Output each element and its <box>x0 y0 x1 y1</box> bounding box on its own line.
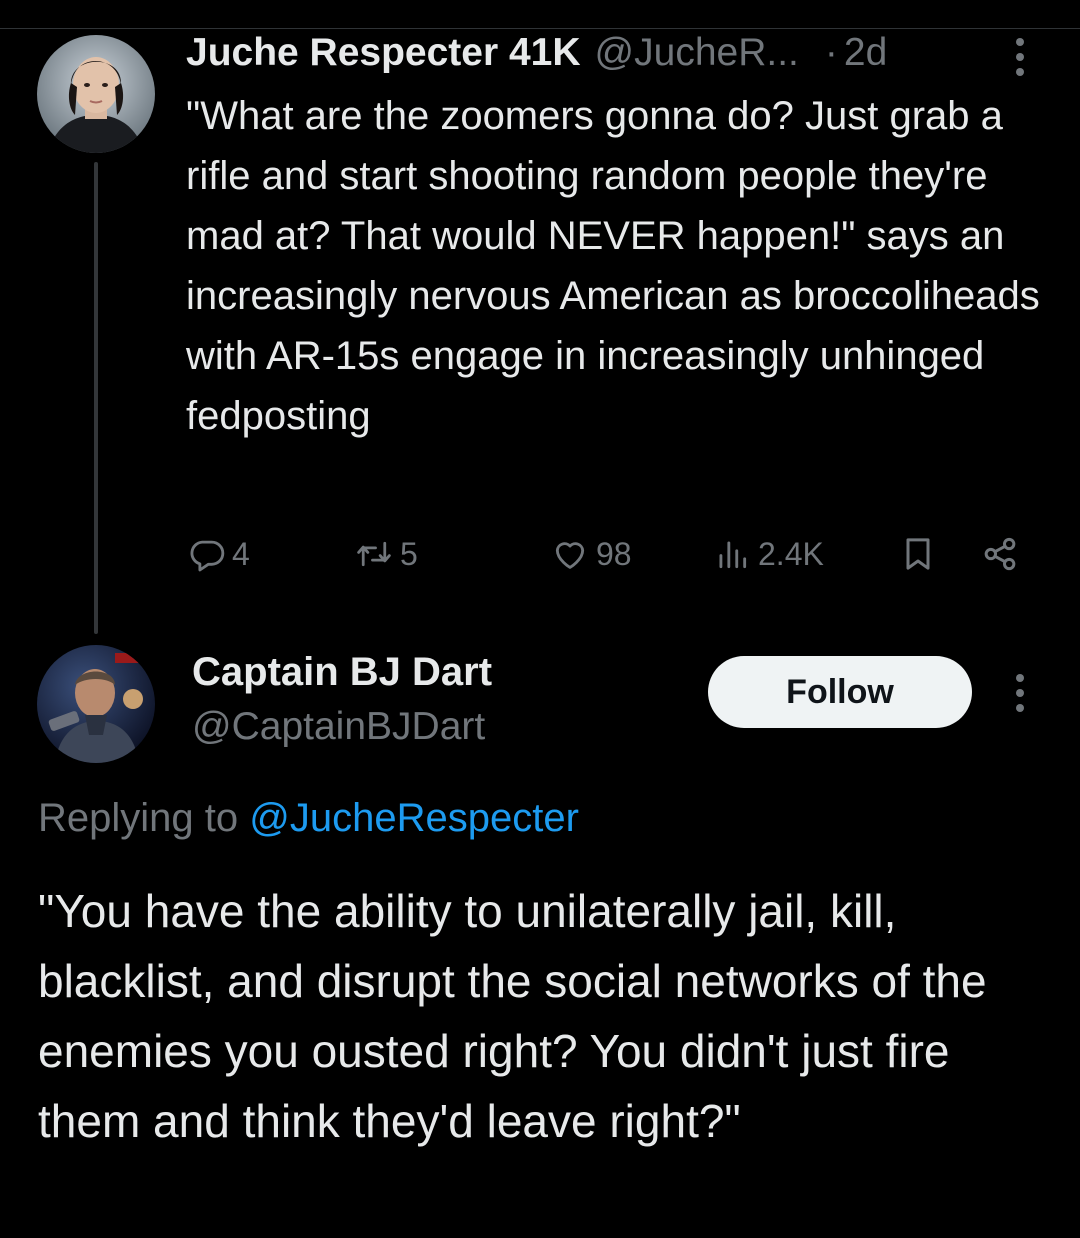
share-icon <box>984 537 1016 571</box>
tweet1-avatar[interactable] <box>37 35 155 153</box>
tweet1-handle[interactable]: @JucheR... <box>595 31 799 75</box>
heart-icon <box>555 542 585 569</box>
tweet1-text: "What are the zoomers gonna do? Just gra… <box>186 94 1040 438</box>
reply-button[interactable]: 4 <box>188 528 250 580</box>
tweet2-text: "You have the ability to unilaterally ja… <box>38 885 987 1147</box>
tweet2-avatar[interactable] <box>37 645 155 763</box>
user-avatar-photo-icon <box>37 645 155 763</box>
replying-to-line: Replying to @JucheRespecter <box>38 796 579 841</box>
bookmark-button[interactable] <box>898 528 938 580</box>
tweet2-more-icon[interactable] <box>1012 674 1028 712</box>
replying-to-mention-link[interactable]: @JucheRespecter <box>249 796 579 840</box>
tweet2-author-name[interactable]: Captain BJ Dart <box>192 650 492 695</box>
bookmark-icon <box>906 538 930 570</box>
tweet1-timestamp[interactable]: 2d <box>844 31 887 75</box>
tweet1-author-name[interactable]: Juche Respecter 41K <box>186 31 581 75</box>
reply-icon <box>190 540 225 572</box>
reply-count: 4 <box>232 535 250 572</box>
share-button[interactable] <box>980 528 1020 580</box>
views-chart-icon <box>719 541 747 569</box>
like-button[interactable]: 98 <box>550 528 632 580</box>
replying-prefix: Replying to <box>38 796 239 840</box>
thread-connector-line <box>94 162 98 634</box>
user-avatar-photo-icon <box>37 35 155 153</box>
views-button[interactable]: 2.4K <box>712 528 824 580</box>
repost-button[interactable]: 5 <box>354 528 418 580</box>
tweet2-handle[interactable]: @CaptainBJDart <box>192 705 485 749</box>
repost-count: 5 <box>400 535 418 572</box>
tweet1-more-icon[interactable] <box>1012 38 1028 76</box>
views-count: 2.4K <box>758 535 824 572</box>
repost-icon <box>357 541 391 567</box>
tweet1-header: Juche Respecter 41K @JucheR... · 2d <box>186 28 887 78</box>
like-count: 98 <box>596 535 632 572</box>
tweet1-separator: · <box>824 31 838 74</box>
follow-button[interactable]: Follow <box>708 656 972 728</box>
tweet1-action-bar: 4 5 98 2.4K <box>186 528 1036 580</box>
